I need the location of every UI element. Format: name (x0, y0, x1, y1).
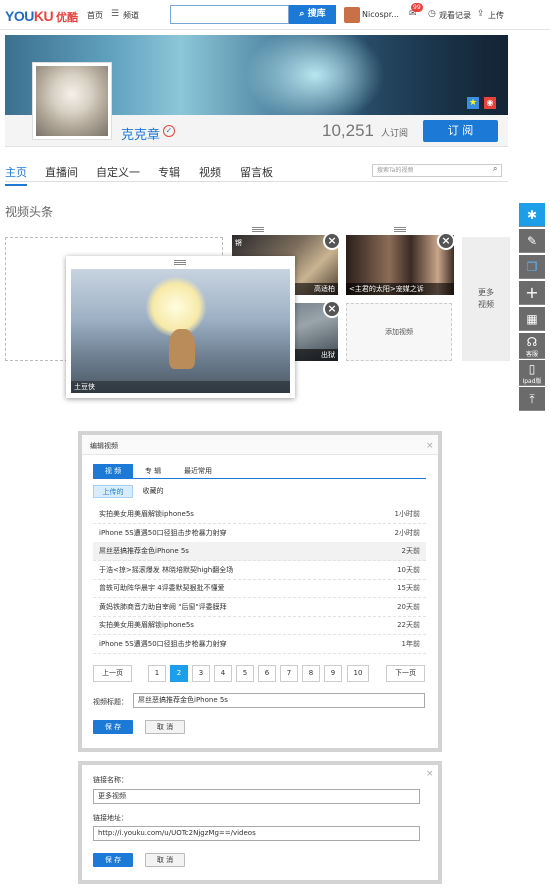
close-icon[interactable]: × (323, 300, 341, 318)
verified-icon: ✓ (163, 125, 175, 137)
dragging-video-card[interactable]: 土豆侠 (66, 256, 295, 398)
dialog-title: 编辑视频 (82, 435, 438, 455)
tab-videos[interactable]: 视 频 (93, 464, 133, 479)
search-input[interactable] (170, 5, 289, 24)
next-page-button[interactable]: 下一页 (386, 665, 425, 682)
page-button[interactable]: 1 (148, 665, 166, 682)
prev-page-button[interactable]: 上一页 (93, 665, 132, 682)
page-button[interactable]: 7 (280, 665, 298, 682)
character-shape (169, 329, 195, 369)
subscriber-label: 人订阅 (381, 129, 409, 139)
page-button[interactable]: 6 (258, 665, 276, 682)
video-title-field[interactable]: 屌丝恶搞推荐金色iPhone 5s (133, 693, 425, 708)
video-title-label: 视频标题： (93, 698, 128, 706)
close-icon[interactable]: × (437, 232, 455, 250)
add-icon[interactable]: + (519, 281, 545, 305)
list-item[interactable]: 黄妈铁肺商音力助自宰阙 "后窗"评委膜拜 20天前 (93, 598, 426, 617)
page-button[interactable]: 3 (192, 665, 210, 682)
back-to-top-icon[interactable]: ⤒ (519, 387, 545, 411)
list-item-selected[interactable]: 屌丝恶搞推荐金色iPhone 5s 2天前 (93, 542, 426, 561)
headset-icon: ☊ (526, 335, 538, 349)
channel-name[interactable]: 克克章 (121, 124, 160, 143)
tab-albums[interactable]: 专辑 (158, 164, 180, 180)
list-item[interactable]: 曾轶可助阵华晨宇 4评委默契狠批不懂爱 15天前 (93, 579, 426, 598)
save-button[interactable]: 保 存 (93, 720, 133, 734)
link-name-field[interactable]: 更多视频 (93, 789, 420, 804)
close-icon[interactable]: × (323, 232, 341, 250)
youku-logo-cn[interactable]: 优酷 (56, 9, 78, 25)
settings-gear-icon[interactable]: ✱ (519, 203, 545, 227)
save-button[interactable]: 保 存 (93, 853, 133, 867)
headline-title: 视频头条 (5, 205, 54, 219)
list-item[interactable]: 实拍美女用美眉解锁iphone5s 22天前 (93, 616, 426, 635)
upload-link[interactable]: 上传 (488, 10, 504, 21)
channel-search-input[interactable]: 搜索Ta的视频 (372, 164, 502, 177)
history-icon: ◷ (428, 9, 436, 19)
service-button[interactable]: ☊ 客服 (519, 333, 545, 359)
list-item[interactable]: iPhone 5S遭遇50口径狙击步枪暴力射穿 1年前 (93, 635, 426, 654)
page-button[interactable]: 9 (324, 665, 342, 682)
link-url-field[interactable]: http://i.youku.com/u/UOTc2NjgzMg==/video… (93, 826, 420, 841)
magic-wand-icon[interactable]: ✎ (519, 229, 545, 253)
layout-icon[interactable]: ▦ (519, 307, 545, 331)
tab-guestbook[interactable]: 留言板 (240, 164, 273, 180)
close-icon[interactable]: × (426, 441, 434, 451)
nav-channels-link[interactable]: 频道 (123, 10, 139, 21)
subtab-uploaded[interactable]: 上传的 (93, 485, 133, 498)
page-button[interactable]: 4 (214, 665, 232, 682)
ipad-button[interactable]: ▯ Ipad版 (519, 360, 545, 386)
channel-avatar[interactable] (32, 62, 112, 140)
search-icon: ⌕ (299, 9, 305, 19)
page-button-current[interactable]: 2 (170, 665, 188, 682)
subscribe-button[interactable]: 订 阅 (423, 120, 498, 142)
thumb-logo: 锵 (235, 239, 242, 247)
more-videos-button[interactable]: 更多视频 (462, 237, 510, 361)
menu-icon: ☰ (111, 9, 120, 19)
cancel-button[interactable]: 取 消 (145, 720, 185, 734)
tab-albums[interactable]: 专 辑 (135, 464, 171, 479)
dragging-video-thumb: 土豆侠 (71, 269, 290, 393)
star-icon[interactable]: ★ (467, 97, 479, 109)
nav-home-link[interactable]: 首页 (87, 10, 103, 21)
upload-icon: ⇪ (477, 9, 485, 19)
drag-handle-icon[interactable] (252, 227, 264, 232)
subtab-favorites[interactable]: 收藏的 (135, 485, 171, 498)
avatar-image (36, 66, 108, 136)
page-button[interactable]: 10 (347, 665, 369, 682)
list-item[interactable]: 实拍美女用美眉解锁iphone5s 1小时前 (93, 505, 426, 524)
list-item[interactable]: iPhone 5S遭遇50口径狙击步枪暴力射穿 2小时前 (93, 524, 426, 543)
window-icon[interactable]: ❐ (519, 255, 545, 279)
thumb-caption: 土豆侠 (71, 381, 290, 393)
search-button[interactable]: ⌕ 搜库 (289, 5, 336, 24)
cancel-button[interactable]: 取 消 (145, 853, 185, 867)
drag-handle-icon[interactable] (174, 260, 186, 265)
page-button[interactable]: 8 (302, 665, 320, 682)
moon-shape (146, 277, 206, 337)
close-icon[interactable]: × (426, 769, 434, 779)
subscriber-count: 10,251 (322, 121, 374, 140)
tab-custom[interactable]: 自定义一 (96, 164, 140, 180)
drag-handle-icon[interactable] (394, 227, 406, 232)
rss-icon[interactable]: ◉ (484, 97, 496, 109)
page-button[interactable]: 5 (236, 665, 254, 682)
tab-recent[interactable]: 最近常用 (175, 464, 221, 479)
tab-home[interactable]: 主页 (5, 164, 27, 186)
thumb-caption: <主君的太阳>宠媒之诉 (346, 283, 454, 295)
history-link[interactable]: 观看记录 (439, 10, 471, 21)
link-name-label: 链接名称： (93, 776, 128, 784)
user-avatar[interactable] (344, 7, 360, 23)
user-name-link[interactable]: Nicospr... (362, 10, 399, 19)
top-navbar: YOUKU 优酷 首页 ☰ 频道 ⌕ 搜库 Nicospr... ✉ 99 ◷ … (0, 0, 550, 30)
tab-live[interactable]: 直播间 (45, 164, 78, 180)
tablet-icon: ▯ (528, 362, 536, 376)
list-item[interactable]: 于浩<掠>摇滚爆发 林晓培默契high翻全场 10天前 (93, 561, 426, 580)
tab-videos[interactable]: 视频 (199, 164, 221, 180)
youku-logo[interactable]: YOUKU (5, 8, 54, 24)
link-url-label: 链接地址： (93, 814, 128, 822)
search-icon[interactable]: ⌕ (493, 164, 497, 174)
add-video-button[interactable]: 添加视频 (346, 303, 452, 361)
message-count-badge: 99 (411, 3, 423, 12)
